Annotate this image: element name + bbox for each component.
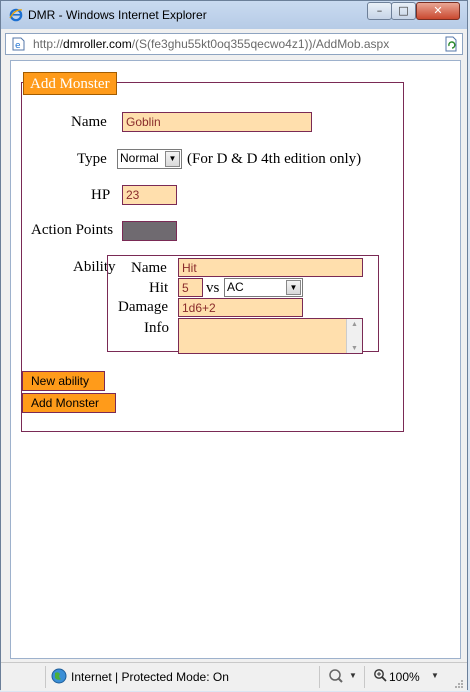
type-note: (For D & D 4th edition only) [187, 151, 362, 167]
url-text[interactable]: http://dmroller.com/(S(fe3ghu55kt0oq355q… [33, 37, 389, 51]
page-icon: e [12, 37, 25, 51]
svg-text:e: e [15, 41, 21, 51]
hit-input[interactable]: 5 [178, 278, 203, 297]
zoom-icon[interactable] [373, 668, 387, 682]
ability-name-label: Name [131, 260, 167, 276]
resize-grip-icon[interactable] [454, 679, 464, 689]
refresh-icon[interactable] [444, 36, 458, 52]
type-select[interactable]: Normal ▼ [117, 149, 182, 169]
security-icon[interactable] [328, 668, 344, 684]
url-host: dmroller.com [63, 37, 132, 51]
security-zone-text[interactable]: Internet | Protected Mode: On [71, 670, 229, 684]
hit-label: Hit [149, 280, 169, 296]
info-textarea[interactable]: ▲ ▼ [178, 318, 363, 354]
url-prefix: http:// [33, 37, 64, 51]
chevron-down-icon[interactable]: ▼ [165, 151, 180, 167]
name-label: Name [71, 114, 107, 130]
name-input[interactable]: Goblin [122, 112, 312, 132]
action-points-label: Action Points [31, 222, 114, 238]
globe-icon [51, 668, 67, 684]
add-monster-button[interactable]: Add Monster [22, 393, 116, 413]
status-separator [45, 666, 46, 688]
internet-explorer-icon [9, 8, 23, 22]
new-ability-button[interactable]: New ability [22, 371, 105, 391]
chevron-down-icon[interactable]: ▼ [286, 280, 301, 295]
vs-select[interactable]: AC ▼ [224, 278, 303, 297]
zoom-level[interactable]: 100% [389, 670, 420, 684]
type-label: Type [77, 151, 107, 167]
damage-input[interactable]: 1d6+2 [178, 298, 303, 317]
minimize-button[interactable]: – [367, 2, 392, 20]
status-separator [319, 666, 320, 688]
title-bar[interactable]: DMR - Windows Internet Explorer – □ ✕ [1, 1, 467, 29]
browser-window: DMR - Windows Internet Explorer – □ ✕ e … [0, 0, 468, 691]
damage-label: Damage [118, 299, 168, 315]
zoom-dropdown-icon[interactable]: ▼ [431, 671, 439, 680]
page-content: Add Monster Name Goblin Type Normal ▼ (F… [10, 60, 461, 659]
scroll-down-icon[interactable]: ▼ [347, 344, 362, 352]
window-title: DMR - Windows Internet Explorer [28, 8, 207, 22]
security-dropdown-icon[interactable]: ▼ [349, 671, 357, 680]
info-label: Info [144, 320, 169, 336]
hp-input[interactable]: 23 [122, 185, 177, 205]
form-title: Add Monster [23, 72, 117, 95]
ability-name-input[interactable]: Hit [178, 258, 363, 277]
maximize-button[interactable]: □ [391, 2, 416, 20]
type-selected-value: Normal [120, 151, 159, 165]
hp-label: HP [91, 187, 111, 203]
close-button[interactable]: ✕ [416, 2, 460, 20]
scroll-up-icon[interactable]: ▲ [347, 320, 362, 328]
info-scrollbar[interactable]: ▲ ▼ [346, 319, 362, 353]
url-path: /(S(fe3ghu55kt0oq355qecwo4z1))/AddMob.as… [131, 37, 390, 51]
vs-label: vs [206, 280, 220, 296]
vs-selected-value: AC [227, 280, 244, 294]
address-bar[interactable]: e http://dmroller.com/(S(fe3ghu55kt0oq35… [5, 33, 463, 55]
action-points-input[interactable] [122, 221, 177, 241]
status-separator [364, 666, 365, 688]
status-bar: Internet | Protected Mode: On ▼ 100% ▼ [1, 662, 467, 691]
